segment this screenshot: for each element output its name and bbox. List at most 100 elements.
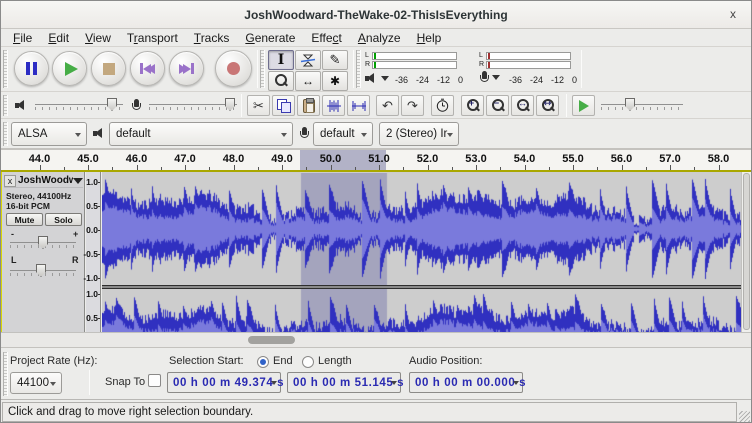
waveform-display[interactable]: [102, 172, 743, 332]
recording-meter-bar-r: [486, 61, 571, 69]
input-volume-slider[interactable]: [149, 98, 237, 112]
record-button[interactable]: [215, 50, 252, 87]
selection-tool-button[interactable]: I: [268, 50, 294, 70]
track-control-panel[interactable]: x JoshWoodwa Stereo, 44100Hz 16-bit PCM …: [2, 172, 85, 332]
copy-button[interactable]: [272, 95, 295, 116]
cut-button[interactable]: ✂: [247, 95, 270, 116]
ruler-tick-label: 55.0: [562, 153, 583, 165]
zoom-out-button[interactable]: −: [486, 95, 509, 116]
timeshift-tool-button[interactable]: ↔: [295, 71, 321, 91]
stop-button[interactable]: [91, 51, 126, 86]
toolbar-row-2: ✂ ↶ ↷ + − ↔ ⇿: [1, 92, 751, 119]
ruler-tick-label: 50.0: [320, 153, 341, 165]
clock-icon: [435, 98, 450, 113]
menu-item-file[interactable]: File: [5, 30, 40, 46]
selection-start-field[interactable]: 00 h 00 m 49.374 s: [167, 372, 281, 393]
menu-item-tracks[interactable]: Tracks: [186, 30, 238, 46]
multi-tool-button[interactable]: ✱: [322, 71, 348, 91]
copy-icon: [277, 99, 290, 112]
undo-icon: ↶: [382, 98, 393, 114]
silence-audio-button[interactable]: [347, 95, 370, 116]
mute-button[interactable]: Mute: [6, 213, 43, 226]
audio-host-select[interactable]: ALSA: [11, 122, 87, 146]
pause-icon: [26, 62, 37, 75]
envelope-tool-button[interactable]: [295, 50, 321, 70]
audio-host-value: ALSA: [18, 128, 59, 140]
vertical-scrollbar[interactable]: [741, 172, 751, 332]
transport-toolbar-grip[interactable]: [3, 50, 8, 88]
meter-toolbar-grip[interactable]: [356, 50, 361, 88]
play-button[interactable]: [52, 51, 87, 86]
zoom-in-button[interactable]: +: [461, 95, 484, 116]
solo-button[interactable]: Solo: [45, 213, 82, 226]
length-radio[interactable]: [302, 356, 314, 368]
device-toolbar-grip[interactable]: [3, 122, 8, 146]
arrows-lr-icon: ↔: [302, 74, 314, 88]
fit-selection-button[interactable]: ↔: [511, 95, 534, 116]
paste-button[interactable]: [297, 95, 320, 116]
playback-speed-slider[interactable]: [601, 98, 683, 112]
skip-end-button[interactable]: [169, 51, 204, 86]
fit-project-button[interactable]: ⇿: [536, 95, 559, 116]
track-menu-dropdown-icon[interactable]: [73, 178, 83, 184]
track-close-icon[interactable]: x: [4, 175, 16, 187]
menu-item-help[interactable]: Help: [409, 30, 450, 46]
meter-scale-label: -12: [437, 75, 450, 85]
vertical-scale-ruler[interactable]: 1.00.50.0-0.5-1.01.00.5: [86, 172, 101, 332]
menu-item-view[interactable]: View: [77, 30, 119, 46]
menu-bar: FileEditViewTransportTracksGenerateEffec…: [1, 29, 751, 47]
ruler-tick-label: 44.0: [29, 153, 50, 165]
tools-toolbar-grip[interactable]: [260, 50, 265, 88]
menu-item-generate[interactable]: Generate: [237, 30, 303, 46]
recording-device-select[interactable]: default: [313, 122, 373, 146]
menu-item-transport[interactable]: Transport: [119, 30, 186, 46]
waveform-channel-right[interactable]: [102, 289, 743, 332]
play-at-speed-button[interactable]: [572, 95, 595, 116]
end-radio[interactable]: [257, 356, 269, 368]
silence-icon: [351, 99, 367, 113]
playback-meter[interactable]: L R -36-24-120: [365, 51, 461, 89]
output-volume-slider[interactable]: [35, 98, 123, 112]
playback-device-select[interactable]: default: [109, 122, 293, 146]
project-rate-select[interactable]: 44100: [10, 372, 62, 394]
skip-start-button[interactable]: [130, 51, 165, 86]
audio-position-field[interactable]: 00 h 00 m 00.000 s: [409, 372, 523, 393]
playback-device-value: default: [116, 128, 163, 140]
title-bar[interactable]: JoshWoodward-TheWake-02-ThisIsEverything…: [1, 1, 751, 29]
menu-item-effect[interactable]: Effect: [303, 30, 349, 46]
gain-slider[interactable]: [10, 236, 76, 250]
window-close-icon[interactable]: x: [725, 7, 741, 23]
resize-grip[interactable]: [739, 411, 750, 422]
horizontal-scrollbar[interactable]: [1, 332, 751, 347]
chevron-down-icon: [513, 381, 519, 385]
ruler-tick-label: 45.0: [77, 153, 98, 165]
sync-lock-button[interactable]: [431, 95, 454, 116]
selection-end-field[interactable]: 00 h 00 m 51.145 s: [287, 372, 401, 393]
undo-button[interactable]: ↶: [376, 95, 399, 116]
mixer-toolbar-grip[interactable]: [3, 95, 8, 116]
pause-button[interactable]: [14, 51, 49, 86]
speaker-icon: [365, 73, 378, 84]
meter-dropdown-icon[interactable]: [492, 75, 500, 80]
selection-toolbar-grip[interactable]: [3, 352, 8, 396]
recording-device-icon: [299, 127, 309, 140]
draw-tool-button[interactable]: ✎: [322, 50, 348, 70]
timeline-ruler[interactable]: 44.045.046.047.048.049.050.051.052.053.0…: [1, 149, 751, 170]
menu-item-analyze[interactable]: Analyze: [350, 30, 409, 46]
horizontal-scrollbar-thumb[interactable]: [248, 336, 295, 344]
meter-dropdown-icon[interactable]: [381, 76, 389, 81]
pan-slider[interactable]: [10, 264, 76, 278]
track-name[interactable]: JoshWoodwa: [18, 175, 73, 186]
vertical-scrollbar-thumb[interactable]: [743, 173, 750, 330]
trim-audio-button[interactable]: [322, 95, 345, 116]
waveform-channel-left[interactable]: [102, 173, 743, 285]
zoom-tool-button[interactable]: [268, 71, 294, 91]
redo-button[interactable]: ↷: [401, 95, 424, 116]
recording-meter[interactable]: L R -36-24-120: [479, 51, 575, 89]
audio-position-label: Audio Position:: [409, 355, 482, 367]
fit-project-icon: ⇿: [541, 99, 555, 113]
vertical-scale-label: 0.5: [86, 313, 98, 323]
menu-item-edit[interactable]: Edit: [40, 30, 77, 46]
recording-channels-select[interactable]: 2 (Stereo) Ir: [379, 122, 459, 146]
snap-to-checkbox[interactable]: [148, 374, 161, 387]
